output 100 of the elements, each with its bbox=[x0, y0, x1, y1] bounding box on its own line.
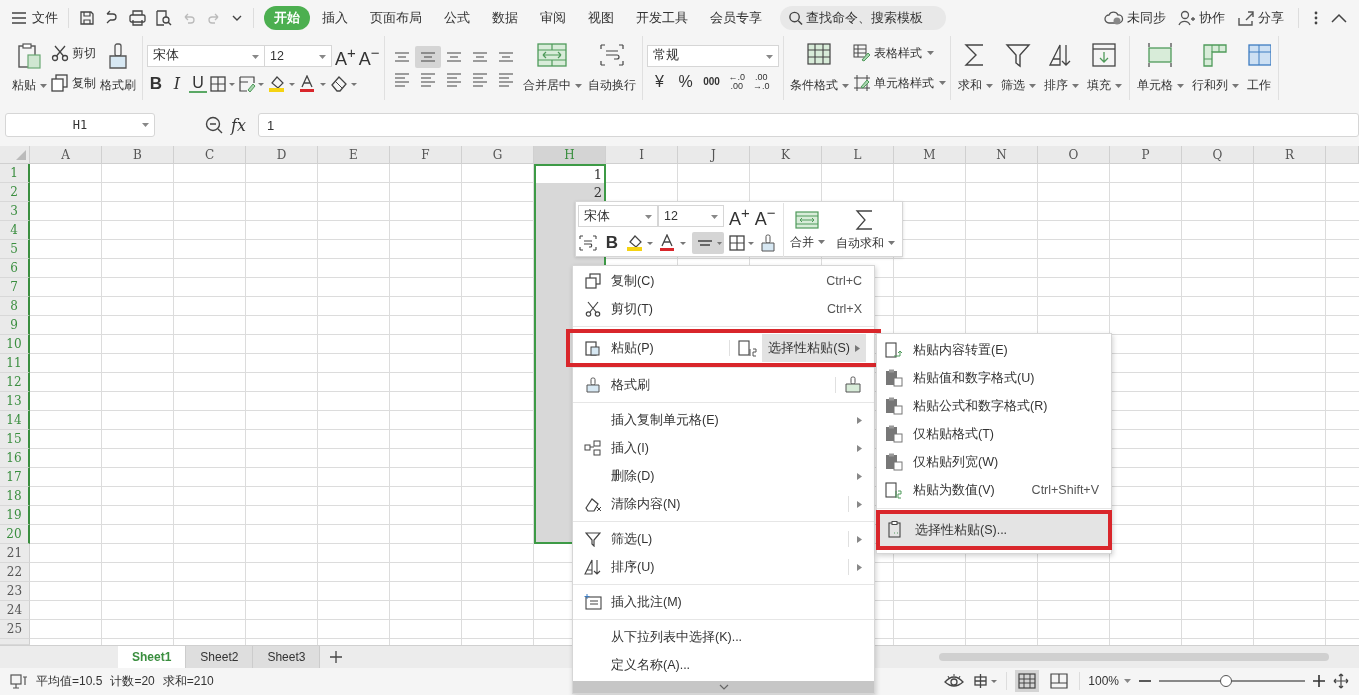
row-header[interactable]: 3 bbox=[0, 202, 30, 221]
row-header[interactable]: 4 bbox=[0, 221, 30, 240]
conditional-format-button[interactable]: 条件格式 bbox=[787, 40, 851, 96]
column-header[interactable]: I bbox=[606, 146, 678, 164]
zoom-level-dropdown[interactable]: 100% bbox=[1088, 674, 1131, 688]
name-box[interactable]: H1 bbox=[5, 113, 155, 137]
merge-center-button[interactable]: 合并居中 bbox=[520, 40, 584, 96]
menu-item[interactable]: 仅粘贴列宽(W) bbox=[877, 448, 1111, 476]
autosum-button[interactable]: 自动求和 bbox=[835, 208, 895, 252]
file-menu-button[interactable]: 文件 bbox=[12, 9, 58, 27]
font-size-dropdown[interactable]: 12 bbox=[658, 205, 724, 227]
column-header[interactable]: P bbox=[1110, 146, 1182, 164]
row-header[interactable]: 15 bbox=[0, 430, 30, 449]
thousands-button[interactable]: 000 bbox=[702, 71, 721, 92]
column-header[interactable]: G bbox=[462, 146, 534, 164]
column-header[interactable]: C bbox=[174, 146, 246, 164]
menu-item[interactable]: 插入批注(M) bbox=[573, 588, 874, 616]
menu-item[interactable]: 复制(C) Ctrl+C bbox=[573, 267, 874, 295]
row-header[interactable]: 23 bbox=[0, 582, 30, 601]
ribbon-tab[interactable]: 插入 bbox=[312, 6, 358, 30]
bold-button[interactable]: B bbox=[147, 73, 165, 94]
menu-item[interactable]: 排序(U) bbox=[573, 553, 874, 581]
ribbon-tool-button[interactable]: 求和 bbox=[954, 40, 996, 96]
special-paste-button[interactable]: 选择性粘贴(S) bbox=[762, 334, 866, 362]
column-header[interactable]: K bbox=[750, 146, 822, 164]
ribbon-tab[interactable]: 公式 bbox=[434, 6, 480, 30]
row-header[interactable]: 8 bbox=[0, 297, 30, 316]
italic-button[interactable]: I bbox=[168, 73, 186, 94]
sheet-tab[interactable]: Sheet2 bbox=[186, 646, 254, 668]
row-header[interactable]: 16 bbox=[0, 449, 30, 468]
underline-button[interactable]: U bbox=[189, 74, 207, 93]
menu-item[interactable]: 格式刷 bbox=[573, 371, 874, 399]
cell-style-button[interactable]: 单元格样式 bbox=[852, 72, 946, 94]
column-header[interactable]: M bbox=[894, 146, 966, 164]
ribbon-tab[interactable]: 审阅 bbox=[530, 6, 576, 30]
ribbon-tool-button[interactable]: 筛选 bbox=[997, 40, 1039, 96]
menu-item[interactable]: 清除内容(N) bbox=[573, 490, 874, 518]
menu-item[interactable]: 插入(I) bbox=[573, 434, 874, 462]
ribbon-tab[interactable]: 数据 bbox=[482, 6, 528, 30]
paste-button[interactable]: 粘贴 bbox=[10, 40, 49, 96]
increase-font-button[interactable]: A$^{+}$ bbox=[729, 203, 750, 229]
column-header[interactable]: F bbox=[390, 146, 462, 164]
decrease-font-button[interactable]: A$^{−}$ bbox=[754, 203, 776, 229]
row-header[interactable]: 13 bbox=[0, 392, 30, 411]
sheet-tab[interactable]: Sheet3 bbox=[253, 646, 321, 668]
ribbon-tab[interactable]: 会员专享 bbox=[700, 6, 772, 30]
copy-button[interactable]: 复制 bbox=[51, 72, 96, 94]
sheet-tab[interactable]: Sheet1 bbox=[118, 646, 187, 668]
ribbon-tool-button[interactable]: 填充 bbox=[1083, 40, 1125, 96]
table-style-button[interactable]: 表格样式 bbox=[852, 42, 946, 64]
row-header[interactable]: 22 bbox=[0, 563, 30, 582]
menu-item[interactable]: 粘贴公式和数字格式(R) bbox=[877, 392, 1111, 420]
search-field[interactable]: 查找命令、搜索模板 bbox=[780, 6, 946, 30]
column-header[interactable]: D bbox=[246, 146, 318, 164]
menu-item[interactable]: 删除(D) bbox=[573, 462, 874, 490]
row-header[interactable]: 24 bbox=[0, 601, 30, 620]
cut-button[interactable]: 剪切 bbox=[51, 42, 96, 64]
row-header[interactable]: 1 bbox=[0, 164, 30, 183]
header-action-button[interactable]: 分享 bbox=[1237, 9, 1284, 27]
column-header[interactable]: L bbox=[822, 146, 894, 164]
currency-button[interactable]: ¥ bbox=[650, 71, 669, 92]
ribbon-tool-button[interactable]: 单元格 bbox=[1133, 40, 1187, 96]
row-header[interactable]: 25 bbox=[0, 620, 30, 639]
menu-item[interactable]: 粘贴内容转置(E) bbox=[877, 336, 1111, 364]
header-action-button[interactable]: 未同步 bbox=[1104, 9, 1166, 27]
column-header[interactable]: B bbox=[102, 146, 174, 164]
header-action-button[interactable]: 协作 bbox=[1178, 9, 1225, 27]
row-header[interactable]: 21 bbox=[0, 544, 30, 563]
merge-button[interactable]: 合并 bbox=[789, 209, 825, 251]
ribbon-tool-button[interactable]: 行和列 bbox=[1188, 40, 1242, 96]
font-name-dropdown[interactable]: 宋体 bbox=[147, 44, 265, 67]
row-header[interactable]: 19 bbox=[0, 506, 30, 525]
menu-item[interactable]: 粘贴值和数字格式(U) bbox=[877, 364, 1111, 392]
decimal-button[interactable]: .00 →.0 bbox=[753, 72, 770, 91]
column-header[interactable]: E bbox=[318, 146, 390, 164]
menu-item[interactable]: 粘贴(P) 选择性粘贴(S) bbox=[569, 332, 878, 364]
bold-button[interactable]: B bbox=[603, 233, 621, 253]
wrap-text-button[interactable]: 自动换行 bbox=[585, 40, 638, 96]
decrease-font-button[interactable]: A$^{−}$ bbox=[358, 42, 380, 69]
row-header[interactable]: 9 bbox=[0, 316, 30, 335]
menu-item[interactable]: 剪切(T) Ctrl+X bbox=[573, 295, 874, 323]
row-header[interactable]: 10 bbox=[0, 335, 30, 354]
row-header[interactable]: 14 bbox=[0, 411, 30, 430]
menu-item[interactable]: 定义名称(A)... bbox=[573, 651, 874, 679]
column-header[interactable]: J bbox=[678, 146, 750, 164]
ribbon-tool-button[interactable]: 工作 bbox=[1243, 40, 1274, 96]
menu-item[interactable]: 筛选(L) bbox=[573, 525, 874, 553]
format-painter-button[interactable]: 格式刷 bbox=[98, 40, 138, 96]
menu-item[interactable]: 仅粘贴格式(T) bbox=[877, 420, 1111, 448]
column-header[interactable]: O bbox=[1038, 146, 1110, 164]
number-format-dropdown[interactable]: 常规 bbox=[646, 44, 779, 67]
function-label[interactable]: fx bbox=[231, 115, 246, 135]
menu-item[interactable]: 插入复制单元格(E) bbox=[573, 406, 874, 434]
column-header[interactable]: Q bbox=[1182, 146, 1254, 164]
formula-field[interactable]: 1 bbox=[257, 113, 1359, 137]
row-header[interactable]: 18 bbox=[0, 487, 30, 506]
column-header[interactable]: A bbox=[30, 146, 102, 164]
ribbon-tab[interactable]: 页面布局 bbox=[360, 6, 432, 30]
ribbon-tab[interactable]: 视图 bbox=[578, 6, 624, 30]
menu-item[interactable]: 从下拉列表中选择(K)... bbox=[573, 623, 874, 651]
